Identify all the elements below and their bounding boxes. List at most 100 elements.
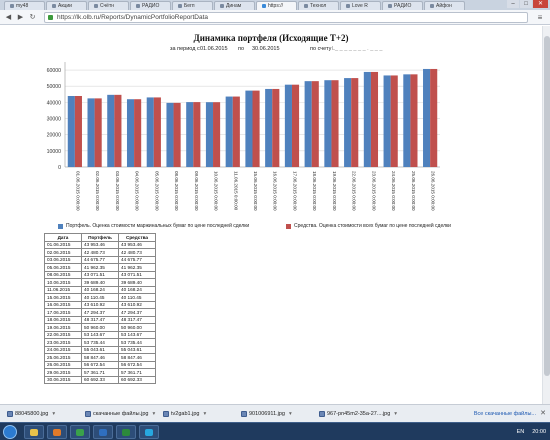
close-icon[interactable]: ✕ xyxy=(533,0,548,8)
bar-portfolio xyxy=(403,74,411,167)
table-row: 30.06.2015 60 692.33 60 692.33 xyxy=(44,375,156,384)
scrollbar-thumb[interactable] xyxy=(544,36,550,376)
bar-portfolio xyxy=(363,71,371,167)
chevron-down-icon[interactable]: ▾ xyxy=(394,411,397,417)
lock-icon xyxy=(48,15,53,20)
tab-label: Love R xyxy=(352,3,368,9)
bar-portfolio xyxy=(107,94,115,167)
explorer-icon[interactable] xyxy=(24,425,44,439)
bar-portfolio xyxy=(87,98,95,167)
cell-date: 17.06.2015 xyxy=(44,308,82,317)
y-tick-label: 40000 xyxy=(47,100,62,106)
browser-tab[interactable]: Акции xyxy=(46,1,87,10)
table-row: 24.06.2015 55 043.61 55 043.61 xyxy=(44,345,156,354)
clock[interactable]: 20:00 xyxy=(532,423,546,440)
browser-tab[interactable]: РАДИО xyxy=(382,1,423,10)
url-input[interactable]: https://lk.olb.ru/Reports/DynamicPortfol… xyxy=(44,12,528,23)
cell-funds: 53 143.67 xyxy=(118,330,156,339)
cell-date: 18.06.2015 xyxy=(44,315,82,324)
cell-portfolio: 44 675.77 xyxy=(81,255,119,264)
download-item[interactable]: 967-pn45m2-35a-27....jpg ▾ xyxy=(318,408,397,420)
y-tick-label: 30000 xyxy=(47,117,62,123)
window-controls: – □ ✕ xyxy=(507,0,548,9)
reload-icon[interactable]: ↻ xyxy=(28,13,37,22)
y-tick-label: 0 xyxy=(58,165,61,171)
back-arrow-icon[interactable]: ◀ xyxy=(4,13,13,22)
cell-portfolio: 60 692.33 xyxy=(81,375,119,384)
media-player-icon[interactable] xyxy=(47,425,67,439)
browser-tab[interactable]: РАДИО xyxy=(130,1,171,10)
maximize-icon[interactable]: □ xyxy=(520,0,532,8)
x-tick-label: 17.06.2015 0:00:00 xyxy=(292,171,297,211)
browser-tab[interactable]: my48 xyxy=(4,1,45,10)
table-row: 25.06.2015 58 847.46 58 847.46 xyxy=(44,353,156,362)
bar-funds xyxy=(153,97,161,167)
bar-portfolio xyxy=(284,84,292,167)
download-label: 967-pn45m2-35a-27....jpg xyxy=(327,411,391,417)
tab-label: Айфон xyxy=(436,3,452,9)
column-header-portfolio: Портфель xyxy=(81,233,119,242)
language-indicator[interactable]: EN xyxy=(517,423,525,440)
x-tick-label: 10.06.2015 0:00:00 xyxy=(214,171,219,211)
chrome-icon[interactable] xyxy=(70,425,90,439)
download-item[interactable]: 88045800.jpg ▾ xyxy=(6,408,55,420)
bar-portfolio xyxy=(423,68,431,167)
all-downloads-link[interactable]: Все скачанные файлы... xyxy=(474,408,536,420)
browser-tab[interactable]: https:// xyxy=(256,1,297,10)
favicon-icon xyxy=(388,3,392,8)
close-icon[interactable]: ✕ xyxy=(540,408,546,420)
cell-date: 03.06.2015 xyxy=(44,255,82,264)
y-tick-label: 10000 xyxy=(47,149,62,155)
cell-date: 25.06.2015 xyxy=(44,353,82,362)
cell-funds: 60 692.33 xyxy=(118,375,156,384)
browser-tab[interactable]: Динам xyxy=(214,1,255,10)
image-file-icon xyxy=(163,411,169,417)
browser-tab[interactable]: Бегп xyxy=(172,1,213,10)
legend-item-portfolio: Портфель. Оценка стоимости маржинальных … xyxy=(58,223,249,229)
x-tick-label: 01.06.2015 0:00:00 xyxy=(75,171,80,211)
chevron-down-icon[interactable]: ▾ xyxy=(203,411,206,417)
tab-label: Акции xyxy=(58,3,72,9)
cell-portfolio: 53 735.44 xyxy=(81,338,119,347)
x-tick-label: 11.06.2015 0:00:00 xyxy=(233,171,238,211)
download-label: 901006911.jpg xyxy=(249,411,285,417)
minimize-icon[interactable]: – xyxy=(507,0,519,8)
image-file-icon xyxy=(319,411,325,417)
word-icon[interactable] xyxy=(93,425,113,439)
x-tick-label: 25.06.2015 0:00:00 xyxy=(411,171,416,211)
download-item[interactable]: скачанные файлы.jpg ▾ xyxy=(84,408,155,420)
bar-portfolio xyxy=(245,90,253,167)
x-tick-label: 26.06.2015 0:00:00 xyxy=(431,171,436,211)
tab-label: Счётн xyxy=(100,3,114,9)
excel-icon[interactable] xyxy=(116,425,136,439)
y-tick-label: 20000 xyxy=(47,133,62,139)
x-tick-label: 19.06.2015 0:00:00 xyxy=(332,171,337,211)
browser-tab[interactable]: Счётн xyxy=(88,1,129,10)
table-row: 03.06.2015 44 675.77 44 675.77 xyxy=(44,255,156,264)
vertical-scrollbar[interactable] xyxy=(542,26,550,404)
browser-tab[interactable]: Love R xyxy=(340,1,381,10)
start-button[interactable] xyxy=(3,425,17,439)
download-item[interactable]: 901006911.jpg ▾ xyxy=(240,408,292,420)
cell-funds: 48 317.47 xyxy=(118,315,156,324)
favicon-icon xyxy=(136,3,140,8)
forward-arrow-icon[interactable]: ▶ xyxy=(16,13,25,22)
column-header-funds: Средства xyxy=(118,233,156,242)
bar-portfolio xyxy=(265,88,273,167)
browser-tab[interactable]: Айфон xyxy=(424,1,465,10)
bar-funds xyxy=(291,84,300,167)
download-label: скачанные файлы.jpg xyxy=(93,411,149,417)
bar-portfolio xyxy=(205,102,214,167)
skype-icon[interactable] xyxy=(139,425,159,439)
browser-tab[interactable]: Технол xyxy=(298,1,339,10)
y-tick-label: 60000 xyxy=(47,68,62,74)
cell-funds: 47 294.37 xyxy=(118,308,156,317)
chevron-down-icon[interactable]: ▾ xyxy=(52,411,55,417)
bar-portfolio xyxy=(126,99,135,167)
favicon-icon xyxy=(94,3,98,8)
download-item[interactable]: tv2gab1.jpg ▾ xyxy=(162,408,206,420)
menu-icon[interactable]: ≡ xyxy=(536,13,544,22)
bar-funds xyxy=(331,80,339,167)
chevron-down-icon[interactable]: ▾ xyxy=(289,411,292,417)
chevron-down-icon[interactable]: ▾ xyxy=(152,411,155,417)
